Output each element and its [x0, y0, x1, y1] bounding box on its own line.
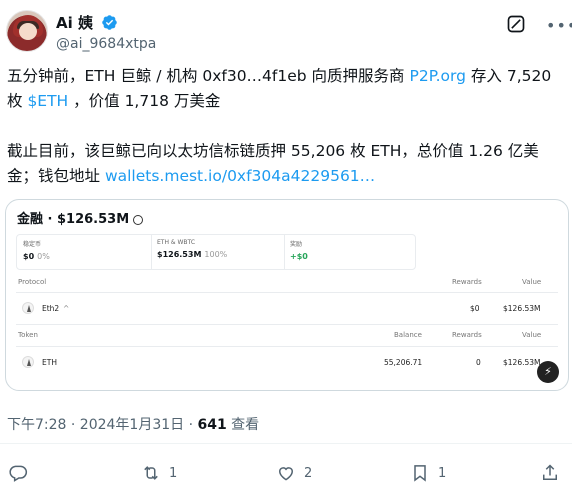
more-icon[interactable]: ••• — [546, 16, 572, 35]
ethereum-icon — [22, 356, 34, 368]
lightning-icon[interactable]: ⚡ — [537, 361, 559, 383]
chevron-up-icon[interactable]: ^ — [63, 304, 69, 313]
token-rewards: 0 — [476, 358, 481, 367]
platform-link[interactable]: P2P.org — [409, 67, 466, 85]
author-handle[interactable]: @ai_9684xtpa — [56, 36, 156, 52]
stat-label: 稳定币 — [23, 241, 42, 248]
ethereum-icon — [22, 302, 34, 314]
tweet-paragraph-2: 截止目前，该巨鲸已向以太坊信标链质押 55,206 枚 ETH，总价值 1.26… — [7, 139, 567, 189]
tweet-header: Ai 姨 @ai_9684xtpa ••• — [6, 6, 572, 54]
views-label: 查看 — [226, 417, 260, 433]
verified-badge-icon — [102, 15, 117, 30]
wallet-link[interactable]: wallets.mest.io/0xf304a4229561… — [105, 167, 375, 185]
token-balance: 55,206.71 — [384, 358, 423, 367]
tweet-body: 五分钟前，ETH 巨鲸 / 机构 0xf30…4f1eb 向质押服务商 P2P.… — [7, 64, 567, 214]
retweet-count: 1 — [169, 465, 178, 481]
reply-button[interactable] — [8, 462, 36, 484]
views-count[interactable]: 641 — [198, 417, 227, 433]
info-circle-icon — [133, 214, 144, 225]
token-header: Token — [18, 331, 38, 339]
stat-value: $0 0% — [23, 252, 50, 261]
author-block: Ai 姨 @ai_9684xtpa — [56, 12, 156, 52]
embedded-image-card[interactable]: 金融 · $126.53M 稳定币 $0 0% ETH & WBTC $126.5… — [5, 199, 569, 391]
divider — [0, 443, 572, 444]
stats-box: 稳定币 $0 0% ETH & WBTC $126.53M 100% 奖励 +$0 — [16, 234, 416, 270]
value-header: Value — [522, 278, 542, 286]
stat-value: +$0 — [290, 252, 308, 261]
card-title: 金融 · $126.53M — [17, 208, 144, 227]
action-bar: 1 2 1 — [0, 462, 572, 486]
token-name: ETH — [42, 358, 57, 367]
stat-label: ETH & WBTC — [157, 239, 196, 246]
text-segment: 五分钟前，ETH 巨鲸 / 机构 0xf30…4f1eb 向质押服务商 — [7, 67, 410, 85]
like-count: 2 — [304, 465, 313, 481]
cashtag-link[interactable]: $ETH — [27, 92, 68, 110]
token-rewards-header: Rewards — [452, 331, 482, 339]
bookmark-count: 1 — [438, 465, 447, 481]
timestamp[interactable]: 下午7:28 · 2024年1月31日 · — [7, 417, 198, 433]
stat-value: $126.53M 100% — [157, 250, 228, 259]
author-name[interactable]: Ai 姨 — [56, 12, 93, 33]
share-icon — [543, 464, 557, 480]
retweet-icon — [144, 466, 158, 480]
text-segment: ，价值 1,718 万美金 — [68, 92, 221, 110]
protocol-rewards: $0 — [470, 304, 480, 313]
tweet-paragraph-1: 五分钟前，ETH 巨鲸 / 机构 0xf30…4f1eb 向质押服务商 P2P.… — [7, 64, 567, 114]
reply-icon — [9, 465, 28, 482]
like-icon — [278, 467, 294, 481]
stat-label: 奖励 — [290, 241, 303, 248]
protocol-value: $126.53M — [503, 304, 541, 313]
stat-stablecoin: 稳定币 $0 0% — [23, 239, 50, 261]
token-value-header: Value — [522, 331, 542, 339]
card-title-text: 金融 · $126.53M — [17, 212, 130, 227]
stat-rewards: 奖励 +$0 — [290, 239, 308, 261]
rewards-header: Rewards — [452, 278, 482, 286]
token-value: $126.53M — [503, 358, 541, 367]
share-button[interactable] — [540, 462, 560, 484]
tweet-meta: 下午7:28 · 2024年1月31日 · 641 查看 — [7, 414, 259, 434]
like-button[interactable]: 2 — [276, 462, 312, 484]
grok-icon[interactable] — [506, 14, 526, 34]
bookmark-icon — [414, 465, 426, 482]
avatar[interactable] — [6, 10, 48, 52]
retweet-button[interactable]: 1 — [141, 462, 177, 484]
balance-header: Balance — [394, 331, 422, 339]
protocol-header: Protocol — [18, 278, 47, 286]
protocol-name[interactable]: Eth2 — [42, 304, 59, 313]
bookmark-button[interactable]: 1 — [410, 462, 446, 484]
stat-eth-wbtc: ETH & WBTC $126.53M 100% — [157, 239, 227, 259]
